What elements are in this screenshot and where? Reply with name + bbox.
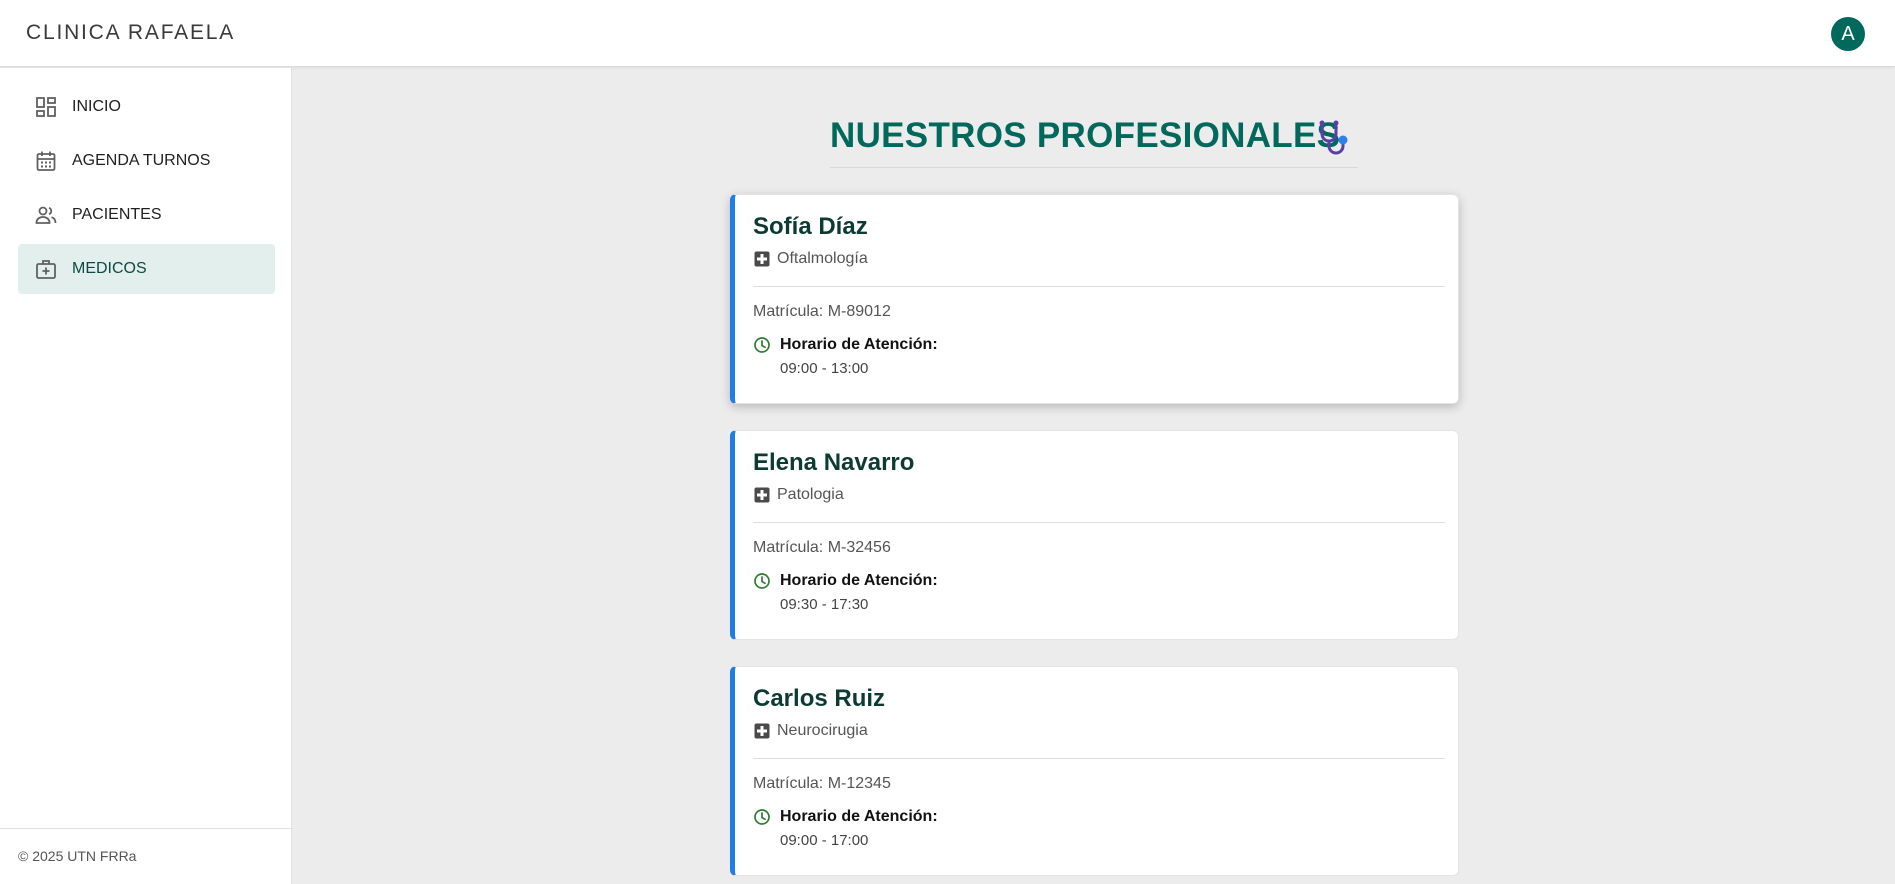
stethoscope-icon <box>1319 120 1348 155</box>
user-avatar[interactable]: A <box>1831 17 1865 51</box>
medical-cross-icon <box>754 251 770 267</box>
doctor-matricula: Matrícula: M-89012 <box>753 303 891 320</box>
doctor-matricula: Matrícula: M-32456 <box>753 539 891 556</box>
sidebar-item-label: INICIO <box>72 98 121 115</box>
dashboard-icon <box>36 97 56 117</box>
doctor-card[interactable]: Sofía Díaz Oftalmología Matrícula: M-890… <box>730 194 1459 404</box>
calendar-icon <box>36 151 56 171</box>
doctor-name: Elena Navarro <box>753 449 915 476</box>
sidebar-footer: © 2025 UTN FRRa <box>0 828 292 864</box>
specialty-row: Patologia <box>753 486 844 504</box>
card-divider <box>753 522 1445 523</box>
sidebar-item-label: PACIENTES <box>72 206 162 223</box>
sidebar-item-label: AGENDA TURNOS <box>72 152 211 169</box>
app-bar: CLINICA RAFAELA A <box>0 0 1895 67</box>
people-icon <box>35 206 57 224</box>
medical-cross-icon <box>754 723 770 739</box>
horario-value: 09:30 - 17:30 <box>780 596 869 613</box>
specialty-row: Oftalmología <box>753 250 868 268</box>
doctor-specialty: Oftalmología <box>777 250 868 267</box>
specialty-row: Neurocirugia <box>753 722 868 740</box>
doctor-card[interactable]: Carlos Ruiz Neurocirugia Matrícula: M-12… <box>730 666 1459 876</box>
clock-icon <box>754 337 770 353</box>
doctor-matricula: Matrícula: M-12345 <box>753 775 891 792</box>
medical-cross-icon <box>754 487 770 503</box>
horario-label: Horario de Atención: <box>780 572 938 589</box>
horario-value: 09:00 - 13:00 <box>780 360 869 377</box>
sidebar-item-pacientes[interactable]: PACIENTES <box>18 190 275 240</box>
sidebar: INICIO AGENDA TURNOS PACIENTES MEDICOS ©… <box>0 68 292 884</box>
sidebar-item-inicio[interactable]: INICIO <box>18 82 275 132</box>
main-content: NUESTROS PROFESIONALES Sofía Díaz Oftalm… <box>293 68 1895 884</box>
doctor-card[interactable]: Elena Navarro Patologia Matrícula: M-324… <box>730 430 1459 640</box>
page-header: NUESTROS PROFESIONALES <box>830 116 1358 168</box>
doctor-specialty: Neurocirugia <box>777 722 868 739</box>
horario-value: 09:00 - 17:00 <box>780 832 869 849</box>
clock-icon <box>754 573 770 589</box>
card-divider <box>753 286 1445 287</box>
sidebar-item-label: MEDICOS <box>72 260 147 277</box>
sidebar-item-agenda-turnos[interactable]: AGENDA TURNOS <box>18 136 275 186</box>
app-title: CLINICA RAFAELA <box>26 21 236 44</box>
doctor-specialty: Patologia <box>777 486 844 503</box>
sidebar-item-medicos[interactable]: MEDICOS <box>18 244 275 294</box>
medical-bag-icon <box>36 260 56 279</box>
copyright-text: © 2025 UTN FRRa <box>18 848 137 864</box>
page-title: NUESTROS PROFESIONALES <box>830 116 1341 155</box>
card-divider <box>753 758 1445 759</box>
doctor-name: Sofía Díaz <box>753 213 868 240</box>
clock-icon <box>754 809 770 825</box>
doctor-name: Carlos Ruiz <box>753 685 886 712</box>
horario-label: Horario de Atención: <box>780 336 938 353</box>
horario-label: Horario de Atención: <box>780 808 938 825</box>
